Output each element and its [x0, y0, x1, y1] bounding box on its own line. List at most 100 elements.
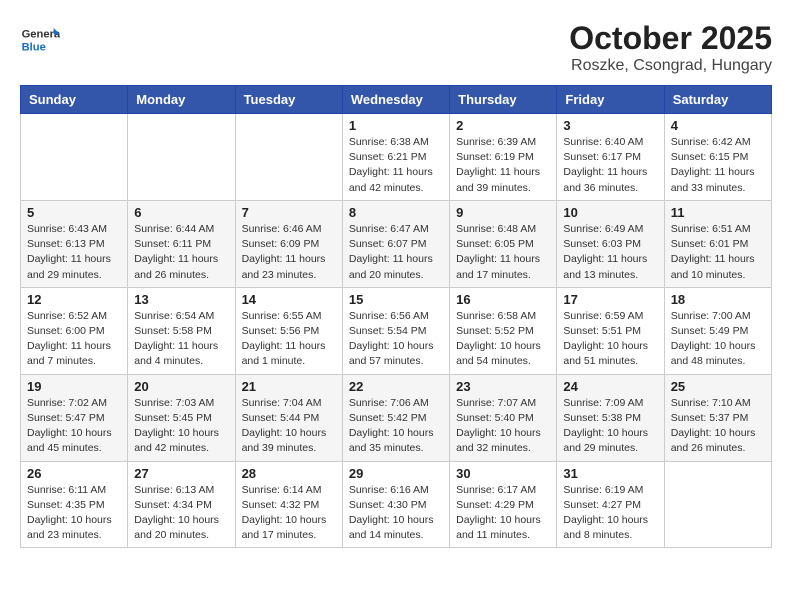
day-info: Sunrise: 6:13 AM Sunset: 4:34 PM Dayligh…: [134, 483, 228, 544]
day-info: Sunrise: 6:55 AM Sunset: 5:56 PM Dayligh…: [242, 309, 336, 370]
day-info: Sunrise: 6:14 AM Sunset: 4:32 PM Dayligh…: [242, 483, 336, 544]
day-info: Sunrise: 6:54 AM Sunset: 5:58 PM Dayligh…: [134, 309, 228, 370]
calendar-day-cell: 29Sunrise: 6:16 AM Sunset: 4:30 PM Dayli…: [342, 461, 449, 548]
day-number: 21: [242, 379, 336, 394]
day-number: 10: [563, 205, 657, 220]
calendar-day-cell: 19 Sunrise: 7:02 AM Sunset: 5:47 PM Dayli…: [21, 374, 128, 461]
calendar-day-cell: 23Sunrise: 7:07 AM Sunset: 5:40 PM Dayli…: [450, 374, 557, 461]
day-info: Sunrise: 6:11 AM Sunset: 4:35 PM Dayligh…: [27, 483, 121, 544]
day-info: Sunrise: 6:58 AM Sunset: 5:52 PM Dayligh…: [456, 309, 550, 370]
calendar-week-row: 26 Sunrise: 6:11 AM Sunset: 4:35 PM Dayli…: [21, 461, 772, 548]
day-number: 23: [456, 379, 550, 394]
title-block: October 2025 Roszke, Csongrad, Hungary: [569, 20, 772, 75]
calendar-day-cell: 17 Sunrise: 6:59 AM Sunset: 5:51 PM Dayli…: [557, 287, 664, 374]
calendar-day-cell: 15 Sunrise: 6:56 AM Sunset: 5:54 PM Dayli…: [342, 287, 449, 374]
calendar-day-cell: 4Sunrise: 6:42 AM Sunset: 6:15 PM Daylig…: [664, 114, 771, 201]
calendar-header-cell: Saturday: [664, 86, 771, 114]
day-number: 8: [349, 205, 443, 220]
calendar-header-cell: Sunday: [21, 86, 128, 114]
day-number: 27: [134, 466, 228, 481]
calendar-day-cell: [21, 114, 128, 201]
calendar-day-cell: 25Sunrise: 7:10 AM Sunset: 5:37 PM Dayli…: [664, 374, 771, 461]
calendar-day-cell: 2 Sunrise: 6:39 AM Sunset: 6:19 PM Daylig…: [450, 114, 557, 201]
calendar-day-cell: 27 Sunrise: 6:13 AM Sunset: 4:34 PM Dayli…: [128, 461, 235, 548]
day-info: Sunrise: 6:47 AM Sunset: 6:07 PM Dayligh…: [349, 222, 443, 283]
calendar-day-cell: [664, 461, 771, 548]
day-info: Sunrise: 6:19 AM Sunset: 4:27 PM Dayligh…: [563, 483, 657, 544]
day-number: 4: [671, 118, 765, 133]
calendar-header-cell: Friday: [557, 86, 664, 114]
calendar-day-cell: [128, 114, 235, 201]
calendar-day-cell: 9 Sunrise: 6:48 AM Sunset: 6:05 PM Daylig…: [450, 200, 557, 287]
day-number: 24: [563, 379, 657, 394]
day-number: 3: [563, 118, 657, 133]
calendar-week-row: 1Sunrise: 6:38 AM Sunset: 6:21 PM Daylig…: [21, 114, 772, 201]
day-info: Sunrise: 7:02 AM Sunset: 5:47 PM Dayligh…: [27, 396, 121, 457]
day-info: Sunrise: 6:38 AM Sunset: 6:21 PM Dayligh…: [349, 135, 443, 196]
calendar-header-cell: Thursday: [450, 86, 557, 114]
day-info: Sunrise: 7:03 AM Sunset: 5:45 PM Dayligh…: [134, 396, 228, 457]
day-info: Sunrise: 7:00 AM Sunset: 5:49 PM Dayligh…: [671, 309, 765, 370]
calendar-day-cell: 12 Sunrise: 6:52 AM Sunset: 6:00 PM Dayli…: [21, 287, 128, 374]
day-number: 31: [563, 466, 657, 481]
day-info: Sunrise: 6:51 AM Sunset: 6:01 PM Dayligh…: [671, 222, 765, 283]
day-number: 6: [134, 205, 228, 220]
calendar-day-cell: 16 Sunrise: 6:58 AM Sunset: 5:52 PM Dayli…: [450, 287, 557, 374]
day-number: 30: [456, 466, 550, 481]
calendar-day-cell: 22Sunrise: 7:06 AM Sunset: 5:42 PM Dayli…: [342, 374, 449, 461]
calendar-day-cell: 6 Sunrise: 6:44 AM Sunset: 6:11 PM Daylig…: [128, 200, 235, 287]
day-info: Sunrise: 6:17 AM Sunset: 4:29 PM Dayligh…: [456, 483, 550, 544]
day-number: 16: [456, 292, 550, 307]
day-info: Sunrise: 7:04 AM Sunset: 5:44 PM Dayligh…: [242, 396, 336, 457]
day-info: Sunrise: 6:43 AM Sunset: 6:13 PM Dayligh…: [27, 222, 121, 283]
calendar-header-cell: Wednesday: [342, 86, 449, 114]
day-number: 26: [27, 466, 121, 481]
month-title: October 2025: [569, 20, 772, 57]
calendar-header-row: SundayMondayTuesdayWednesdayThursdayFrid…: [21, 86, 772, 114]
day-info: Sunrise: 6:48 AM Sunset: 6:05 PM Dayligh…: [456, 222, 550, 283]
day-number: 29: [349, 466, 443, 481]
calendar-day-cell: 21 Sunrise: 7:04 AM Sunset: 5:44 PM Dayli…: [235, 374, 342, 461]
day-number: 9: [456, 205, 550, 220]
calendar-day-cell: 28 Sunrise: 6:14 AM Sunset: 4:32 PM Dayli…: [235, 461, 342, 548]
day-number: 28: [242, 466, 336, 481]
calendar-day-cell: [235, 114, 342, 201]
day-number: 15: [349, 292, 443, 307]
calendar-day-cell: 13 Sunrise: 6:54 AM Sunset: 5:58 PM Dayli…: [128, 287, 235, 374]
day-info: Sunrise: 6:52 AM Sunset: 6:00 PM Dayligh…: [27, 309, 121, 370]
day-info: Sunrise: 6:44 AM Sunset: 6:11 PM Dayligh…: [134, 222, 228, 283]
calendar-day-cell: 10 Sunrise: 6:49 AM Sunset: 6:03 PM Dayli…: [557, 200, 664, 287]
calendar-day-cell: 20Sunrise: 7:03 AM Sunset: 5:45 PM Dayli…: [128, 374, 235, 461]
day-number: 12: [27, 292, 121, 307]
day-number: 17: [563, 292, 657, 307]
day-number: 11: [671, 205, 765, 220]
day-info: Sunrise: 6:49 AM Sunset: 6:03 PM Dayligh…: [563, 222, 657, 283]
page-header: General Blue October 2025 Roszke, Csongr…: [20, 20, 772, 75]
day-info: Sunrise: 6:46 AM Sunset: 6:09 PM Dayligh…: [242, 222, 336, 283]
calendar-day-cell: 31 Sunrise: 6:19 AM Sunset: 4:27 PM Dayli…: [557, 461, 664, 548]
calendar-day-cell: 18Sunrise: 7:00 AM Sunset: 5:49 PM Dayli…: [664, 287, 771, 374]
calendar-day-cell: 3 Sunrise: 6:40 AM Sunset: 6:17 PM Daylig…: [557, 114, 664, 201]
calendar-day-cell: 11 Sunrise: 6:51 AM Sunset: 6:01 PM Dayli…: [664, 200, 771, 287]
day-number: 13: [134, 292, 228, 307]
calendar-header-cell: Tuesday: [235, 86, 342, 114]
calendar-table: SundayMondayTuesdayWednesdayThursdayFrid…: [20, 85, 772, 548]
calendar-day-cell: 30 Sunrise: 6:17 AM Sunset: 4:29 PM Dayli…: [450, 461, 557, 548]
calendar-header-cell: Monday: [128, 86, 235, 114]
location: Roszke, Csongrad, Hungary: [569, 57, 772, 75]
day-info: Sunrise: 7:09 AM Sunset: 5:38 PM Dayligh…: [563, 396, 657, 457]
calendar-day-cell: 14Sunrise: 6:55 AM Sunset: 5:56 PM Dayli…: [235, 287, 342, 374]
calendar-week-row: 5 Sunrise: 6:43 AM Sunset: 6:13 PM Daylig…: [21, 200, 772, 287]
calendar-day-cell: 26 Sunrise: 6:11 AM Sunset: 4:35 PM Dayli…: [21, 461, 128, 548]
svg-text:Blue: Blue: [22, 41, 46, 53]
day-number: 2: [456, 118, 550, 133]
day-number: 19: [27, 379, 121, 394]
day-info: Sunrise: 6:56 AM Sunset: 5:54 PM Dayligh…: [349, 309, 443, 370]
calendar-week-row: 12 Sunrise: 6:52 AM Sunset: 6:00 PM Dayli…: [21, 287, 772, 374]
day-info: Sunrise: 6:39 AM Sunset: 6:19 PM Dayligh…: [456, 135, 550, 196]
calendar-body: 1Sunrise: 6:38 AM Sunset: 6:21 PM Daylig…: [21, 114, 772, 548]
day-number: 5: [27, 205, 121, 220]
day-info: Sunrise: 6:59 AM Sunset: 5:51 PM Dayligh…: [563, 309, 657, 370]
day-info: Sunrise: 6:40 AM Sunset: 6:17 PM Dayligh…: [563, 135, 657, 196]
calendar-day-cell: 1Sunrise: 6:38 AM Sunset: 6:21 PM Daylig…: [342, 114, 449, 201]
